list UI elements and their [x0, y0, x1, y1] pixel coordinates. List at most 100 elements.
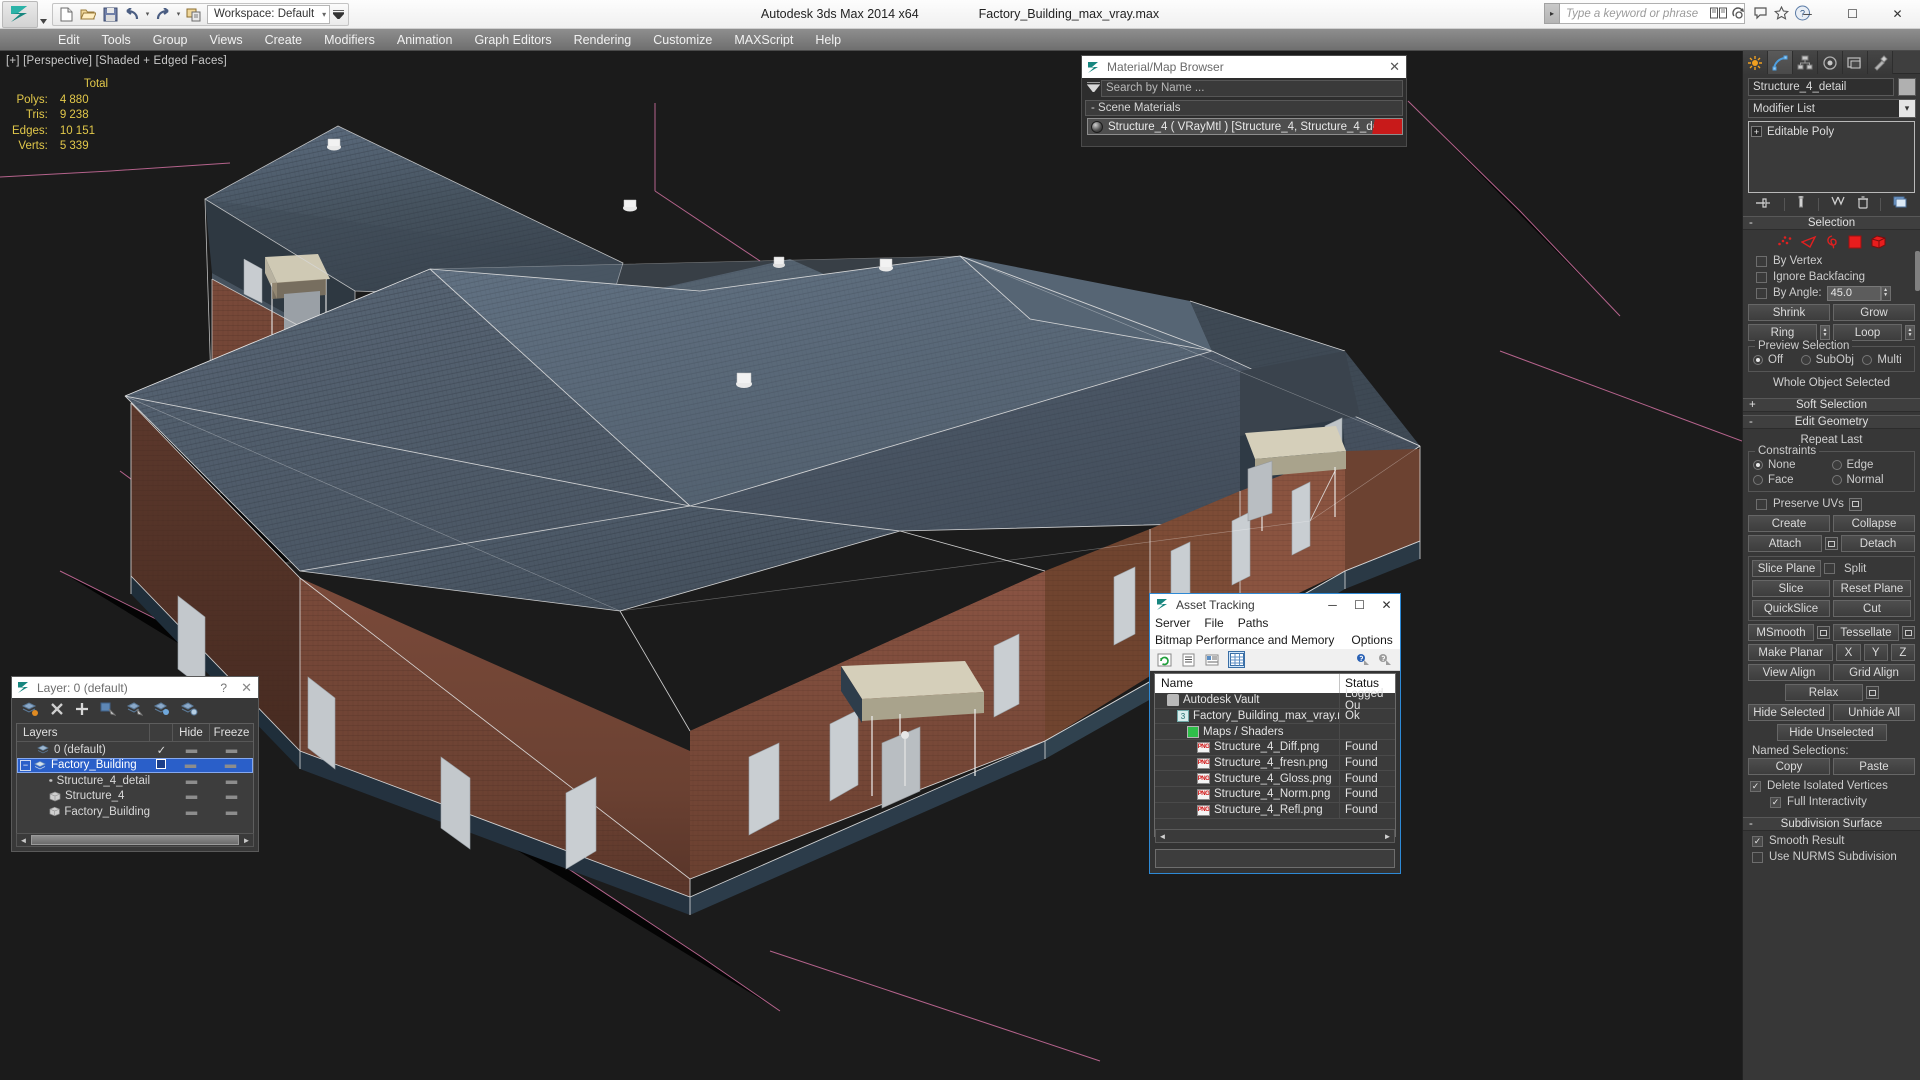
loop-button[interactable]: Loop — [1833, 324, 1902, 341]
asset-menu-server[interactable]: Server — [1155, 616, 1190, 630]
tab-motion[interactable] — [1818, 51, 1843, 74]
asset-menu-options[interactable]: Options — [1351, 633, 1392, 647]
menu-edit[interactable]: Edit — [47, 29, 91, 51]
create-new-layer-icon[interactable] — [21, 701, 39, 719]
hide-selected-button[interactable]: Hide Selected — [1748, 704, 1830, 721]
preserve-uvs-checkbox[interactable] — [1756, 498, 1767, 510]
asset-row[interactable]: PNG Structure_4_Diff.png Found — [1155, 740, 1395, 756]
tessellate-settings-icon[interactable] — [1902, 626, 1915, 639]
shrink-button[interactable]: Shrink — [1748, 304, 1830, 321]
object-hide-toggle[interactable]: ▬ — [173, 775, 210, 787]
object-freeze-toggle[interactable]: ▬ — [210, 775, 253, 787]
layer-row[interactable]: 0 (default) ✓ ▬ ▬ — [17, 742, 253, 758]
layer-dialog-close-icon[interactable]: ✕ — [241, 680, 252, 696]
chevron-down-icon[interactable]: ▾ — [1899, 100, 1915, 117]
menu-modifiers[interactable]: Modifiers — [313, 29, 386, 51]
asset-row[interactable]: 3 Factory_Building_max_vray.max Ok — [1155, 708, 1395, 725]
asset-menu-file[interactable]: File — [1204, 616, 1223, 630]
preview-subobj-radio[interactable] — [1800, 354, 1811, 365]
search-expand-icon[interactable]: ▸ — [1544, 3, 1560, 24]
layer-current-check-icon[interactable]: ✓ — [150, 743, 173, 757]
tab-modify[interactable] — [1768, 51, 1793, 74]
msmooth-button[interactable]: MSmooth — [1748, 624, 1814, 641]
layer-expand-icon[interactable]: − — [20, 759, 31, 771]
scene-materials-group[interactable]: - Scene Materials — [1085, 100, 1403, 116]
tab-create[interactable] — [1743, 51, 1768, 74]
constraint-face-radio[interactable] — [1753, 474, 1763, 485]
material-search-input[interactable]: Search by Name ... — [1101, 79, 1403, 97]
layer-dialog[interactable]: Layer: 0 (default) ? ✕ Layers Hide Freez… — [11, 676, 259, 852]
menu-customize[interactable]: Customize — [642, 29, 723, 51]
by-angle-value[interactable]: 45.0 — [1826, 285, 1881, 301]
material-row[interactable]: Structure_4 ( VRayMtl ) [Structure_4, St… — [1087, 118, 1403, 135]
preview-multi-radio[interactable] — [1862, 354, 1873, 365]
msmooth-settings-icon[interactable] — [1817, 626, 1830, 639]
asset-menu-paths[interactable]: Paths — [1238, 616, 1269, 630]
object-hide-toggle[interactable]: ▬ — [173, 806, 210, 818]
grid-view-icon[interactable] — [1228, 651, 1245, 668]
layer-row[interactable]: − Factory_Building ▬ ▬ — [17, 757, 253, 773]
asset-minimize-button[interactable]: ─ — [1319, 594, 1346, 615]
expand-icon[interactable]: + — [1751, 126, 1762, 137]
layer-object-row[interactable]: Structure_4 ▬ ▬ — [17, 789, 253, 805]
modifier-stack[interactable]: + Editable Poly — [1748, 121, 1915, 193]
make-planar-x-button[interactable]: X — [1836, 644, 1861, 661]
make-planar-button[interactable]: Make Planar — [1748, 644, 1834, 661]
set-current-layer-icon[interactable] — [153, 701, 170, 719]
repeat-last-button[interactable]: Repeat Last — [1748, 432, 1915, 446]
asset-row[interactable]: PNG Structure_4_Gloss.png Found — [1155, 771, 1395, 788]
scroll-right-icon[interactable]: ► — [1381, 832, 1394, 841]
tab-utilities[interactable] — [1868, 51, 1893, 74]
subdivision-surface-header[interactable]: - Subdivision Surface — [1743, 817, 1920, 831]
relax-settings-icon[interactable] — [1865, 686, 1879, 699]
use-nurms-row[interactable]: Use NURMS Subdivision — [1748, 849, 1915, 865]
preserve-uvs-settings-icon[interactable] — [1848, 497, 1862, 511]
soft-selection-header[interactable]: + Soft Selection — [1743, 398, 1920, 412]
layer-hide-toggle[interactable]: ▬ — [173, 744, 210, 756]
layer-current-box-icon[interactable] — [149, 758, 172, 772]
asset-close-button[interactable]: ✕ — [1373, 594, 1400, 615]
polygon-subobject-icon[interactable] — [1848, 235, 1862, 252]
save-file-icon[interactable] — [99, 4, 121, 25]
quickslice-button[interactable]: QuickSlice — [1752, 600, 1830, 617]
expand-icon[interactable]: + — [1749, 399, 1756, 411]
constraint-edge-radio[interactable] — [1831, 459, 1842, 470]
configure-modifier-sets-icon[interactable] — [1893, 196, 1908, 212]
menu-tools[interactable]: Tools — [91, 29, 142, 51]
collapse-icon[interactable]: - — [1749, 416, 1753, 428]
by-angle-row[interactable]: By Angle: 45.0 ▲ ▼ — [1748, 285, 1915, 301]
loop-spinner[interactable]: ▲ ▼ — [1905, 325, 1915, 340]
object-hide-toggle[interactable]: ▬ — [173, 790, 210, 802]
relax-button[interactable]: Relax — [1784, 684, 1863, 701]
create-button[interactable]: Create — [1748, 515, 1830, 532]
refresh-icon[interactable] — [1156, 651, 1173, 668]
constraint-normal-radio[interactable] — [1831, 474, 1842, 485]
layer-hide-toggle[interactable]: ▬ — [172, 759, 209, 771]
tessellate-button[interactable]: Tessellate — [1833, 624, 1899, 641]
new-file-icon[interactable] — [55, 4, 77, 25]
layer-settings-icon[interactable] — [180, 701, 198, 719]
asset-row[interactable]: Maps / Shaders — [1155, 724, 1395, 741]
pin-stack-icon[interactable] — [1755, 197, 1772, 212]
object-freeze-toggle[interactable]: ▬ — [210, 790, 253, 802]
object-name-field[interactable]: Structure_4_detail — [1748, 77, 1894, 96]
make-planar-y-button[interactable]: Y — [1863, 644, 1888, 661]
maximize-button[interactable]: ☐ — [1830, 0, 1875, 28]
smooth-result-row[interactable]: ✓ Smooth Result — [1748, 833, 1915, 849]
menu-group[interactable]: Group — [142, 29, 199, 51]
detach-button[interactable]: Detach — [1841, 535, 1915, 552]
ignore-backfacing-row[interactable]: Ignore Backfacing — [1748, 269, 1915, 285]
ring-button[interactable]: Ring — [1748, 324, 1817, 341]
delete-isolated-row[interactable]: ✓ Delete Isolated Vertices — [1748, 778, 1915, 794]
list-view-icon[interactable] — [1180, 651, 1197, 668]
layer-freeze-toggle[interactable]: ▬ — [209, 759, 252, 771]
workspace-menu-icon[interactable] — [330, 4, 346, 25]
by-angle-spinner[interactable]: ▲ ▼ — [1880, 285, 1891, 301]
attach-button[interactable]: Attach — [1748, 535, 1822, 552]
exchange-icon[interactable] — [1708, 2, 1728, 24]
preserve-uvs-row[interactable]: Preserve UVs — [1748, 496, 1915, 512]
element-subobject-icon[interactable] — [1871, 234, 1887, 252]
hide-unselected-button[interactable]: Hide Unselected — [1776, 724, 1887, 741]
asset-row[interactable]: PNG Structure_4_Refl.png Found — [1155, 802, 1395, 819]
collapse-icon[interactable]: - — [1749, 818, 1753, 830]
